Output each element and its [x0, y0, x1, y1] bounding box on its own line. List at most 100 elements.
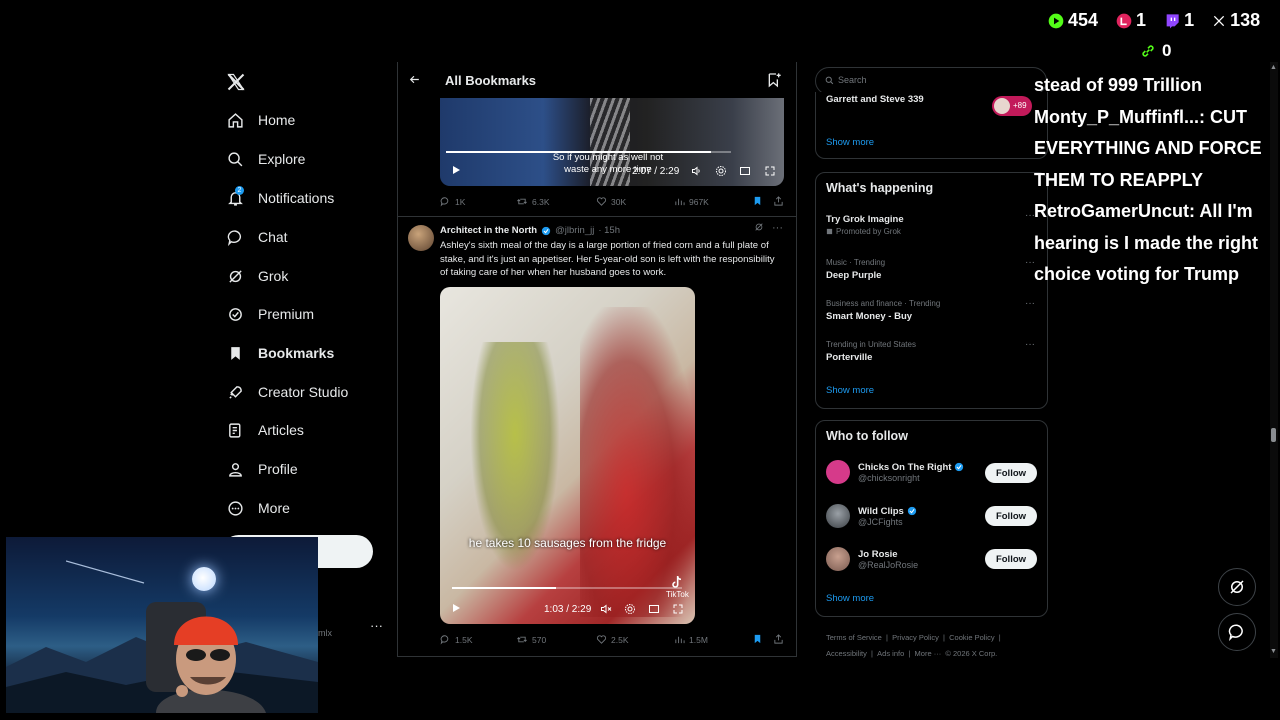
stat-value: 1 — [1184, 10, 1195, 30]
tweet-video-player[interactable]: he takes 10 sausages from the fridge Tik… — [440, 287, 695, 624]
grok-icon — [1228, 578, 1246, 596]
avatar[interactable] — [408, 225, 434, 251]
show-more-link[interactable]: Show more — [826, 593, 874, 604]
nav-item-label: Explore — [258, 151, 306, 167]
more-options-icon[interactable]: ··· — [772, 222, 783, 234]
bookmark-button[interactable] — [752, 633, 763, 645]
search-icon — [825, 76, 834, 85]
footer-link[interactable]: Cookie Policy — [949, 633, 994, 642]
grok-icon[interactable] — [754, 222, 764, 234]
chat-line: Monty_P_Muffinfl...: CUT EVERYTHING AND … — [1034, 106, 1262, 190]
settings-gear-icon[interactable] — [624, 603, 636, 615]
nav-item-more[interactable]: More — [226, 494, 290, 522]
account-menu-button[interactable]: ··· — [370, 618, 383, 633]
nav-item-chat[interactable]: Chat — [226, 223, 288, 251]
nav-item-label: Profile — [258, 461, 298, 477]
nav-item-premium[interactable]: Premium — [226, 300, 314, 328]
nav-item-notifications[interactable]: 2 Notifications — [226, 184, 334, 212]
scroll-down-arrow-icon[interactable]: ▼ — [1270, 648, 1277, 655]
follow-suggestion[interactable]: Chicks On The Right @chicksonright — [826, 460, 964, 484]
avatar — [826, 460, 850, 484]
page-title: All Bookmarks — [445, 73, 537, 88]
trend-item[interactable]: Trending in United States Porterville — [826, 340, 916, 363]
author-name[interactable]: Architect in the North — [440, 225, 537, 236]
footer-link[interactable]: Privacy Policy — [892, 633, 939, 642]
premium-check-icon — [226, 305, 244, 323]
share-button[interactable] — [773, 195, 784, 207]
stat-value: 1 — [1136, 10, 1147, 30]
show-more-link[interactable]: Show more — [826, 385, 874, 396]
nav-item-profile[interactable]: Profile — [226, 455, 298, 483]
nav-item-creator-studio[interactable]: Creator Studio — [226, 378, 348, 406]
follow-button[interactable]: Follow — [985, 463, 1037, 483]
stream-stats: 454 1 1 138 — [1048, 10, 1260, 31]
rocket-icon — [226, 383, 244, 401]
views-button[interactable]: 967K — [674, 196, 709, 207]
bell-icon: 2 — [226, 186, 244, 207]
like-button[interactable]: 30K — [596, 196, 626, 207]
views-button[interactable]: 1.5M — [674, 634, 708, 645]
repost-button[interactable]: 570 — [516, 634, 546, 645]
share-button[interactable] — [773, 633, 784, 645]
follow-suggestion[interactable]: Wild Clips @JCFights — [826, 504, 917, 528]
trend-item[interactable]: Business and finance · Trending Smart Mo… — [826, 299, 940, 322]
account-handle: mlx — [318, 628, 332, 638]
reply-button[interactable]: 1.5K — [440, 634, 473, 645]
trend-item[interactable]: Try Grok Imagine Promoted by Grok — [826, 214, 904, 236]
promoted-label: Promoted by Grok — [836, 227, 901, 236]
pip-icon[interactable] — [739, 165, 751, 177]
footer-link[interactable]: Ads info — [877, 649, 904, 658]
show-more-link[interactable]: Show more — [826, 137, 874, 148]
nav-item-explore[interactable]: Explore — [226, 145, 305, 173]
x-logo-icon[interactable] — [226, 72, 246, 92]
author-handle[interactable]: @jlbrin_jj — [555, 225, 594, 236]
chat-line: RetroGamerUncut: All I'm hearing is I ma… — [1034, 201, 1259, 284]
fullscreen-icon[interactable] — [672, 603, 684, 615]
trend-name: Smart Money - Buy — [826, 311, 913, 322]
follow-button[interactable]: Follow — [985, 549, 1037, 569]
trend-category: Trending in United States — [826, 340, 916, 349]
nav-item-articles[interactable]: Articles — [226, 416, 304, 444]
bookmarks-timeline[interactable]: All Bookmarks So if you might as well no… — [397, 62, 797, 657]
follow-suggestion[interactable]: Jo Rosie @RealJoRosie — [826, 547, 918, 571]
repost-icon — [517, 636, 527, 643]
trend-item[interactable]: Music · Trending Deep Purple — [826, 258, 885, 281]
kick-viewers-stat: 454 — [1048, 10, 1098, 31]
fullscreen-icon[interactable] — [764, 165, 776, 177]
like-button[interactable]: 2.5K — [596, 634, 629, 645]
footer-link[interactable]: Accessibility — [826, 649, 867, 658]
settings-gear-icon[interactable] — [715, 165, 727, 177]
footer-link[interactable]: Terms of Service — [826, 633, 882, 642]
trend-more-icon[interactable]: ··· — [1025, 298, 1035, 309]
nav-item-home[interactable]: Home — [226, 106, 295, 134]
reply-button[interactable]: 1K — [440, 196, 465, 207]
footer-separator: | — [998, 633, 1001, 642]
search-input[interactable]: Search — [815, 67, 1047, 95]
bookmark-add-icon[interactable] — [766, 72, 782, 88]
twitch-viewers-stat: 1 — [1164, 10, 1194, 31]
tweet-time: · 15h — [598, 225, 620, 236]
trend-more-icon[interactable]: ··· — [1025, 339, 1035, 350]
grok-floating-button[interactable] — [1218, 568, 1256, 606]
nav-item-grok[interactable]: Grok — [226, 262, 288, 290]
follow-button[interactable]: Follow — [985, 506, 1037, 526]
space-title[interactable]: Garrett and Steve 339 — [826, 94, 924, 105]
nav-item-bookmarks[interactable]: Bookmarks — [226, 339, 334, 367]
reply-count: 1K — [455, 196, 466, 207]
panel-title: Who to follow — [826, 429, 908, 443]
repost-button[interactable]: 6.3K — [516, 196, 550, 207]
volume-icon[interactable] — [691, 165, 703, 177]
video-time: 2:07 / 2:29 — [632, 166, 680, 177]
play-icon[interactable] — [450, 164, 462, 176]
footer-link[interactable]: More ··· — [915, 649, 942, 658]
video-progress-bar[interactable] — [452, 587, 682, 589]
volume-muted-icon[interactable] — [600, 603, 612, 615]
bookmark-button[interactable] — [752, 195, 763, 207]
pip-icon[interactable] — [648, 603, 660, 615]
messages-floating-button[interactable] — [1218, 613, 1256, 651]
play-icon[interactable] — [450, 602, 462, 614]
scrollbar-thumb[interactable] — [1271, 428, 1276, 442]
repost-count: 6.3K — [532, 196, 550, 207]
home-icon — [226, 111, 244, 129]
back-arrow-icon[interactable] — [408, 73, 421, 86]
